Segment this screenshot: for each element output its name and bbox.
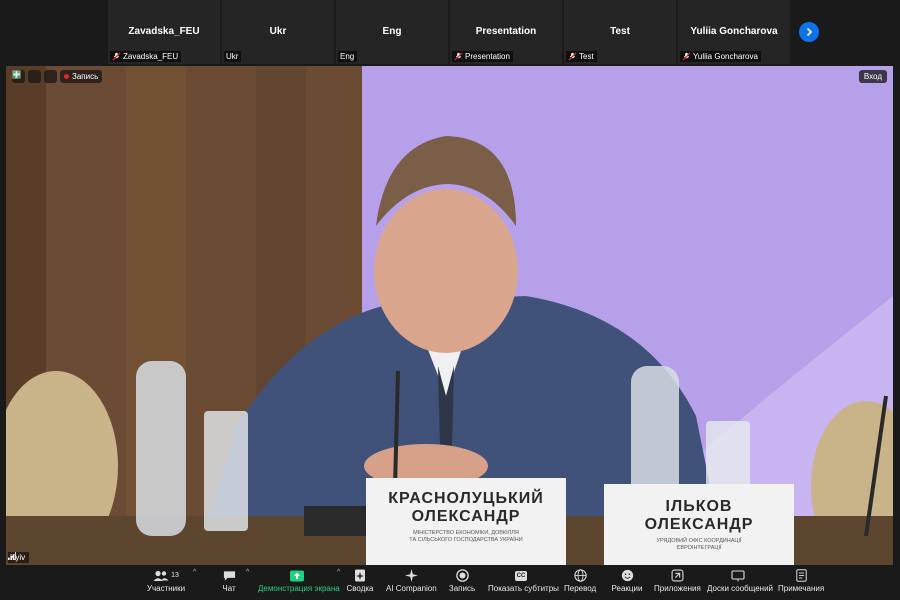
ai-companion-icon — [404, 569, 418, 582]
toolbar-participants-button[interactable]: 13 Участники — [138, 567, 194, 594]
grid-icon — [12, 70, 21, 79]
nameplate-sub2: ЄВРОІНТЕГРАЦІЇ — [676, 545, 722, 551]
participant-label: Ukr — [224, 51, 242, 62]
participant-tile[interactable]: Test Test — [564, 0, 676, 64]
toolbar-label: Сводка — [346, 584, 374, 593]
chevron-up-icon[interactable]: ^ — [246, 569, 249, 576]
participant-name: Ukr — [269, 26, 287, 37]
toolbar-label: Запись — [448, 584, 476, 593]
toolbar-label: Показать субтитры — [488, 584, 559, 593]
chevron-up-icon[interactable]: ^ — [193, 569, 196, 576]
toolbar-label: Чат — [222, 584, 236, 593]
participant-label-text: Ukr — [226, 52, 239, 61]
meeting-toolbar: 13 Участники ^ Чат ^ Демонстрация экрана… — [0, 565, 900, 600]
participants-icon — [153, 570, 169, 581]
toolbar-notes-button[interactable]: Примечания — [778, 567, 824, 594]
whiteboard-icon — [731, 569, 745, 581]
participants-count: 13 — [171, 572, 179, 579]
toolbar-label: Доски сообщений — [707, 584, 774, 593]
nameplate-line1: КРАСНОЛУЦЬКИЙ — [388, 490, 544, 507]
summary-icon — [355, 569, 365, 582]
share-screen-icon — [290, 570, 304, 581]
participant-name: Test — [610, 26, 630, 37]
main-video[interactable]: КРАСНОЛУЦЬКИЙ ОЛЕКСАНДР МІНІСТЕРСТВО ЕКО… — [6, 66, 893, 565]
translate-icon — [573, 569, 587, 582]
record-icon — [455, 569, 469, 582]
toolbar-summary-button[interactable]: Сводка — [345, 567, 375, 594]
view-grid-button[interactable] — [12, 70, 57, 83]
chevron-up-icon[interactable]: ^ — [337, 569, 340, 576]
participant-label: Test — [566, 51, 597, 62]
nameplate: ІЛЬКОВ ОЛЕКСАНДР УРЯДОВИЙ ОФІС КООРДИНАЦ… — [604, 484, 794, 565]
toolbar-label: Примечания — [778, 584, 825, 593]
exit-button[interactable]: Вход — [858, 70, 887, 83]
recording-label: Запись — [72, 72, 99, 81]
toolbar-reactions-button[interactable]: Реакции — [611, 567, 643, 594]
video-overlay-controls: Запись — [12, 70, 103, 83]
toolbar-label: Реакции — [611, 584, 643, 593]
next-page-button[interactable] — [799, 22, 819, 42]
signal-bars-icon — [8, 552, 16, 560]
participant-label-text: Eng — [340, 52, 355, 61]
toolbar-label: Демонстрация экрана — [258, 584, 340, 593]
participant-tile[interactable]: Presentation Presentation — [450, 0, 562, 64]
ai-sparkle-button[interactable] — [12, 70, 41, 83]
toolbar-apps-button[interactable]: Приложения — [654, 567, 701, 594]
toolbar-label: AI Companion — [386, 584, 437, 593]
participant-label-text: Test — [579, 52, 594, 61]
mic-muted-icon — [112, 52, 121, 61]
nameplate-sub2: ТА СІЛЬСЬКОГО ГОСПОДАРСТВА УКРАЇНИ — [409, 537, 523, 543]
toolbar-record-button[interactable]: Запись — [448, 567, 476, 594]
chevron-right-icon — [806, 27, 813, 37]
participant-label: Eng — [338, 51, 358, 62]
apps-icon — [671, 569, 683, 582]
participant-label-text: Zavadska_FEU — [123, 52, 179, 61]
toolbar-whiteboard-button[interactable]: Доски сообщений — [707, 567, 774, 594]
toolbar-translate-button[interactable]: Перевод — [564, 567, 596, 594]
nameplate-line2: ОЛЕКСАНДР — [644, 516, 754, 533]
participant-name: Zavadska_FEU — [128, 26, 200, 37]
nameplate-sub1: УРЯДОВИЙ ОФІС КООРДИНАЦІЇ — [656, 538, 742, 544]
participant-tile[interactable]: Zavadska_FEU Zavadska_FEU — [108, 0, 220, 64]
participant-label: Presentation — [452, 51, 513, 62]
toolbar-label: Участники — [146, 584, 186, 593]
mic-muted-icon — [682, 52, 691, 61]
reactions-icon — [621, 569, 633, 582]
toolbar-label: Перевод — [564, 584, 597, 593]
chat-icon — [223, 570, 235, 581]
participant-tile[interactable]: Eng Eng — [336, 0, 448, 64]
toolbar-chat-button[interactable]: Чат — [214, 567, 244, 594]
participant-name: Eng — [382, 26, 402, 37]
toolbar-ai-companion-button[interactable]: AI Companion — [386, 567, 437, 594]
participant-label: Zavadska_FEU — [110, 51, 182, 62]
participant-tile[interactable]: Yuliia Goncharova Yuliia Goncharova — [678, 0, 790, 64]
participant-name: Presentation — [475, 26, 537, 37]
captions-icon: CC — [514, 570, 528, 581]
nameplate: КРАСНОЛУЦЬКИЙ ОЛЕКСАНДР МІНІСТЕРСТВО ЕКО… — [366, 478, 566, 565]
toolbar-captions-button[interactable]: CC Показать субтитры — [488, 567, 559, 594]
participant-strip: Zavadska_FEU Zavadska_FEU Ukr Ukr Eng En… — [0, 0, 900, 66]
participant-label-text: Yuliia Goncharova — [693, 52, 758, 61]
nameplate-line1: ІЛЬКОВ — [665, 498, 733, 515]
participant-label-text: Presentation — [465, 52, 510, 61]
participant-label: Yuliia Goncharova — [680, 51, 761, 62]
recording-dot-icon — [64, 74, 69, 79]
toolbar-label: Приложения — [654, 584, 701, 593]
nameplate-sub1: МІНІСТЕРСТВО ЕКОНОМІКИ, ДОВКІЛЛЯ — [413, 530, 519, 536]
mic-muted-icon — [568, 52, 577, 61]
speaker-label: Kyiv — [8, 552, 30, 563]
nameplate-line2: ОЛЕКСАНДР — [411, 508, 521, 525]
participant-name: Yuliia Goncharova — [690, 26, 778, 37]
toolbar-share-screen-button[interactable]: Демонстрация экрана — [258, 567, 340, 594]
mic-muted-icon — [454, 52, 463, 61]
participant-tile[interactable]: Ukr Ukr — [222, 0, 334, 64]
recording-indicator[interactable]: Запись — [60, 70, 103, 83]
notes-icon — [795, 569, 807, 582]
